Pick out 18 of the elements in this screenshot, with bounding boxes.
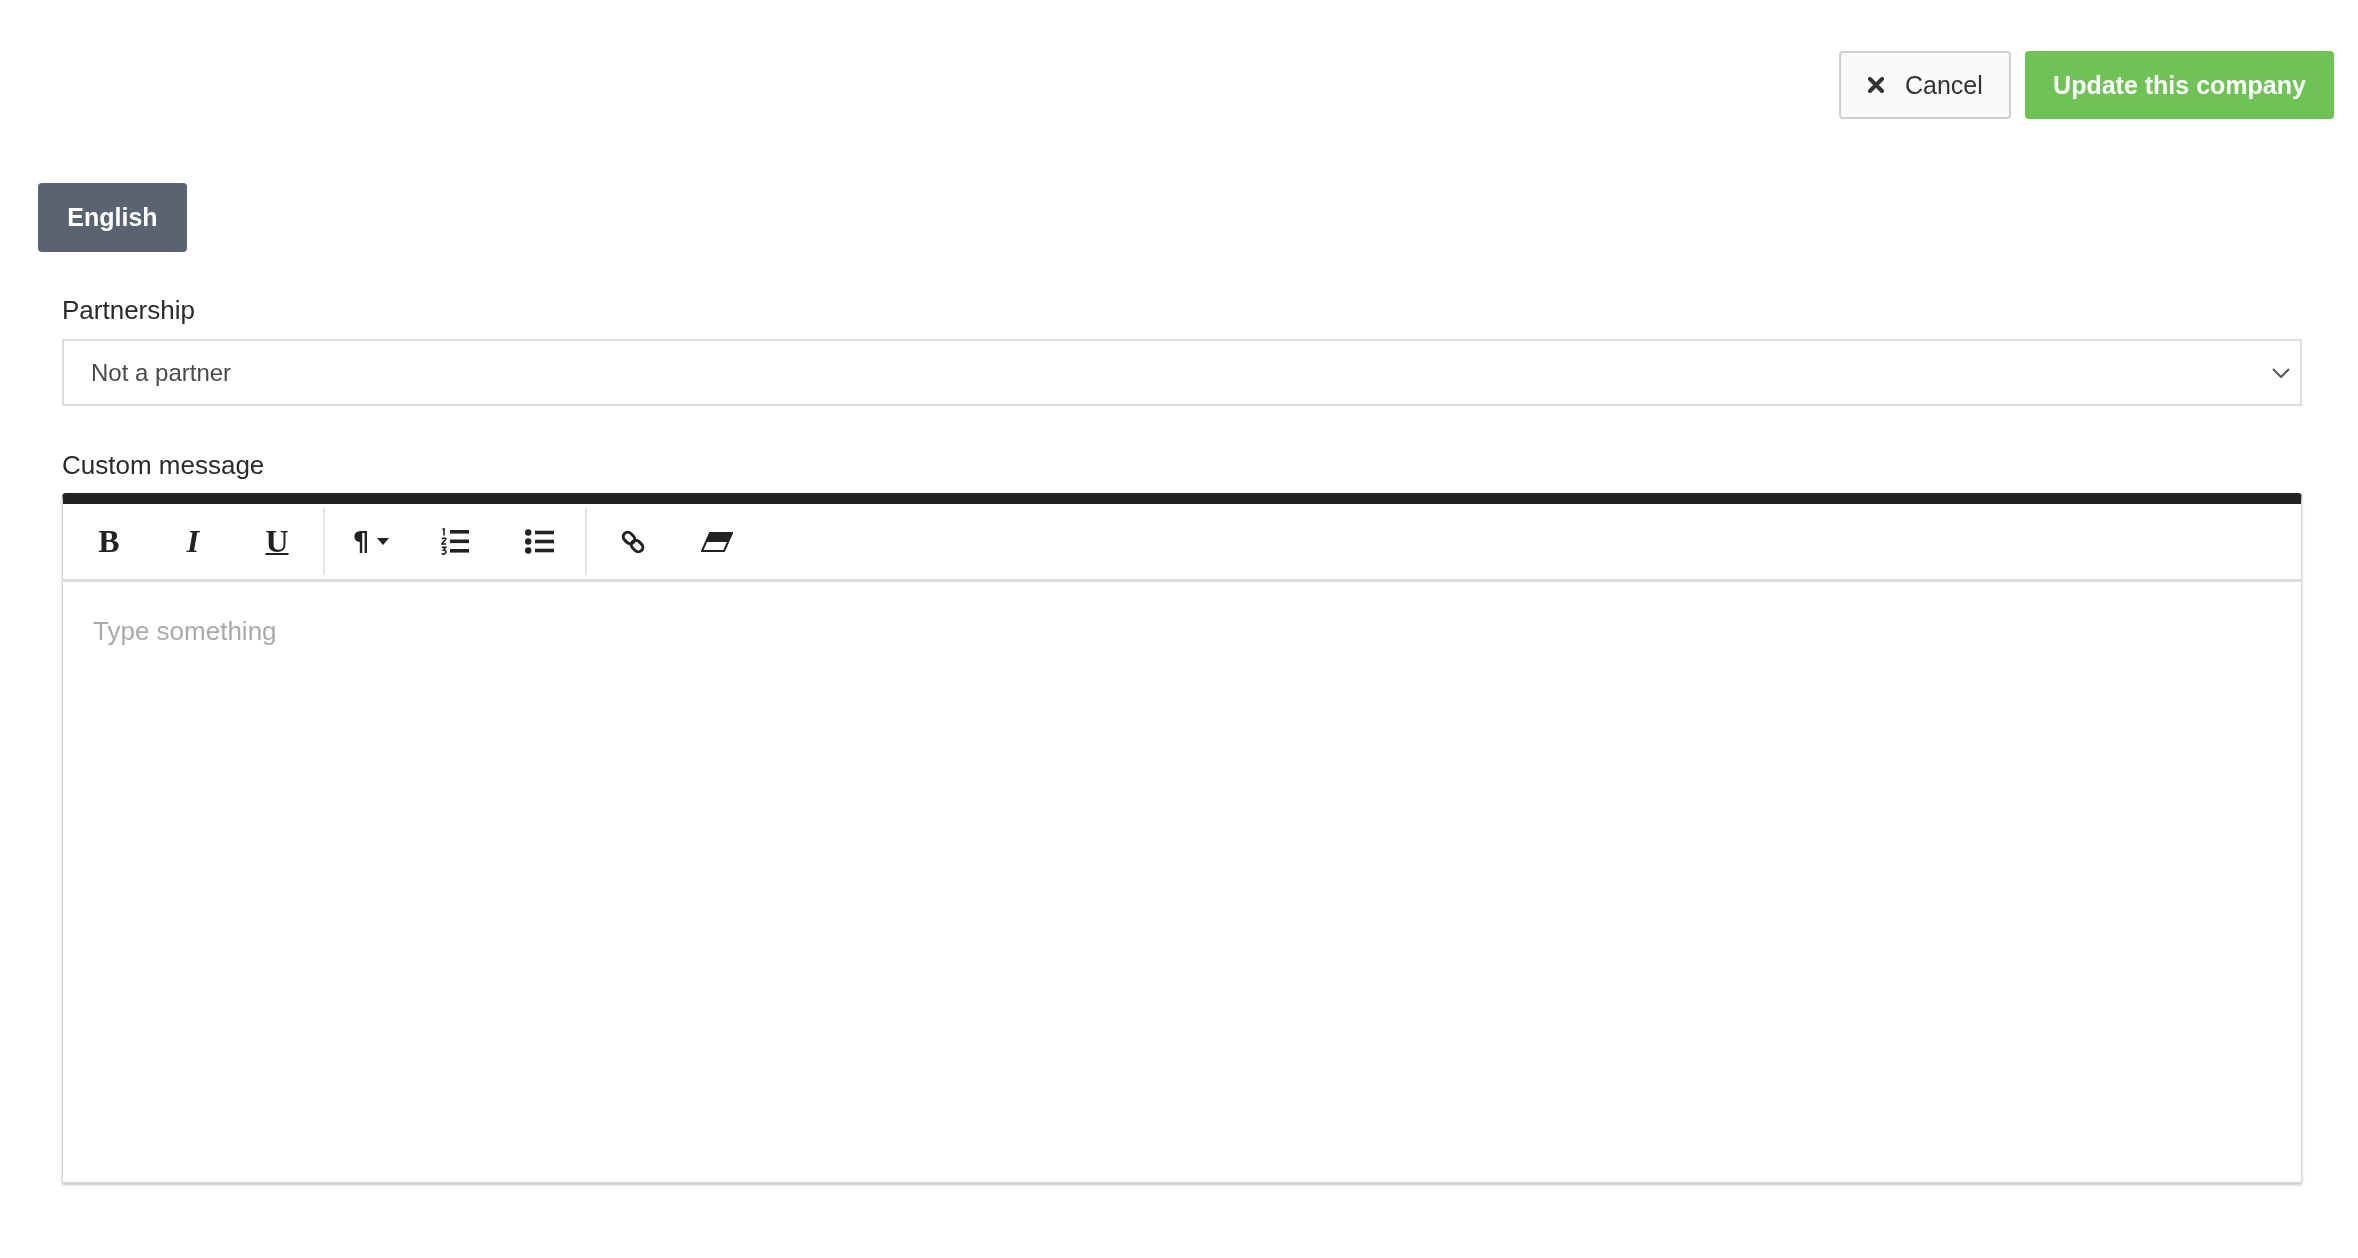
- link-icon: [620, 528, 646, 555]
- field-label: Custom message: [62, 449, 265, 481]
- cancel-button[interactable]: Cancel: [1839, 51, 2011, 119]
- caret-down-icon: [377, 538, 390, 545]
- numbered-list-icon: [441, 528, 469, 555]
- eraser-icon: [701, 531, 733, 552]
- underline-button[interactable]: U: [235, 508, 319, 575]
- chevron-down-icon: [2272, 367, 2290, 378]
- paragraph-format-button[interactable]: ¶: [329, 508, 413, 575]
- close-icon: [1868, 77, 1884, 93]
- bullet-list-icon: [524, 529, 554, 554]
- bold-button[interactable]: B: [67, 508, 151, 575]
- language-tab[interactable]: English: [38, 183, 187, 252]
- field-label: Partnership: [62, 294, 195, 326]
- text-editor[interactable]: B I U ¶ Type something: [62, 493, 2302, 1183]
- partnership-select[interactable]: Not a partner: [62, 339, 2302, 406]
- message-field[interactable]: Type something: [63, 582, 2301, 1182]
- italic-button[interactable]: I: [151, 508, 235, 575]
